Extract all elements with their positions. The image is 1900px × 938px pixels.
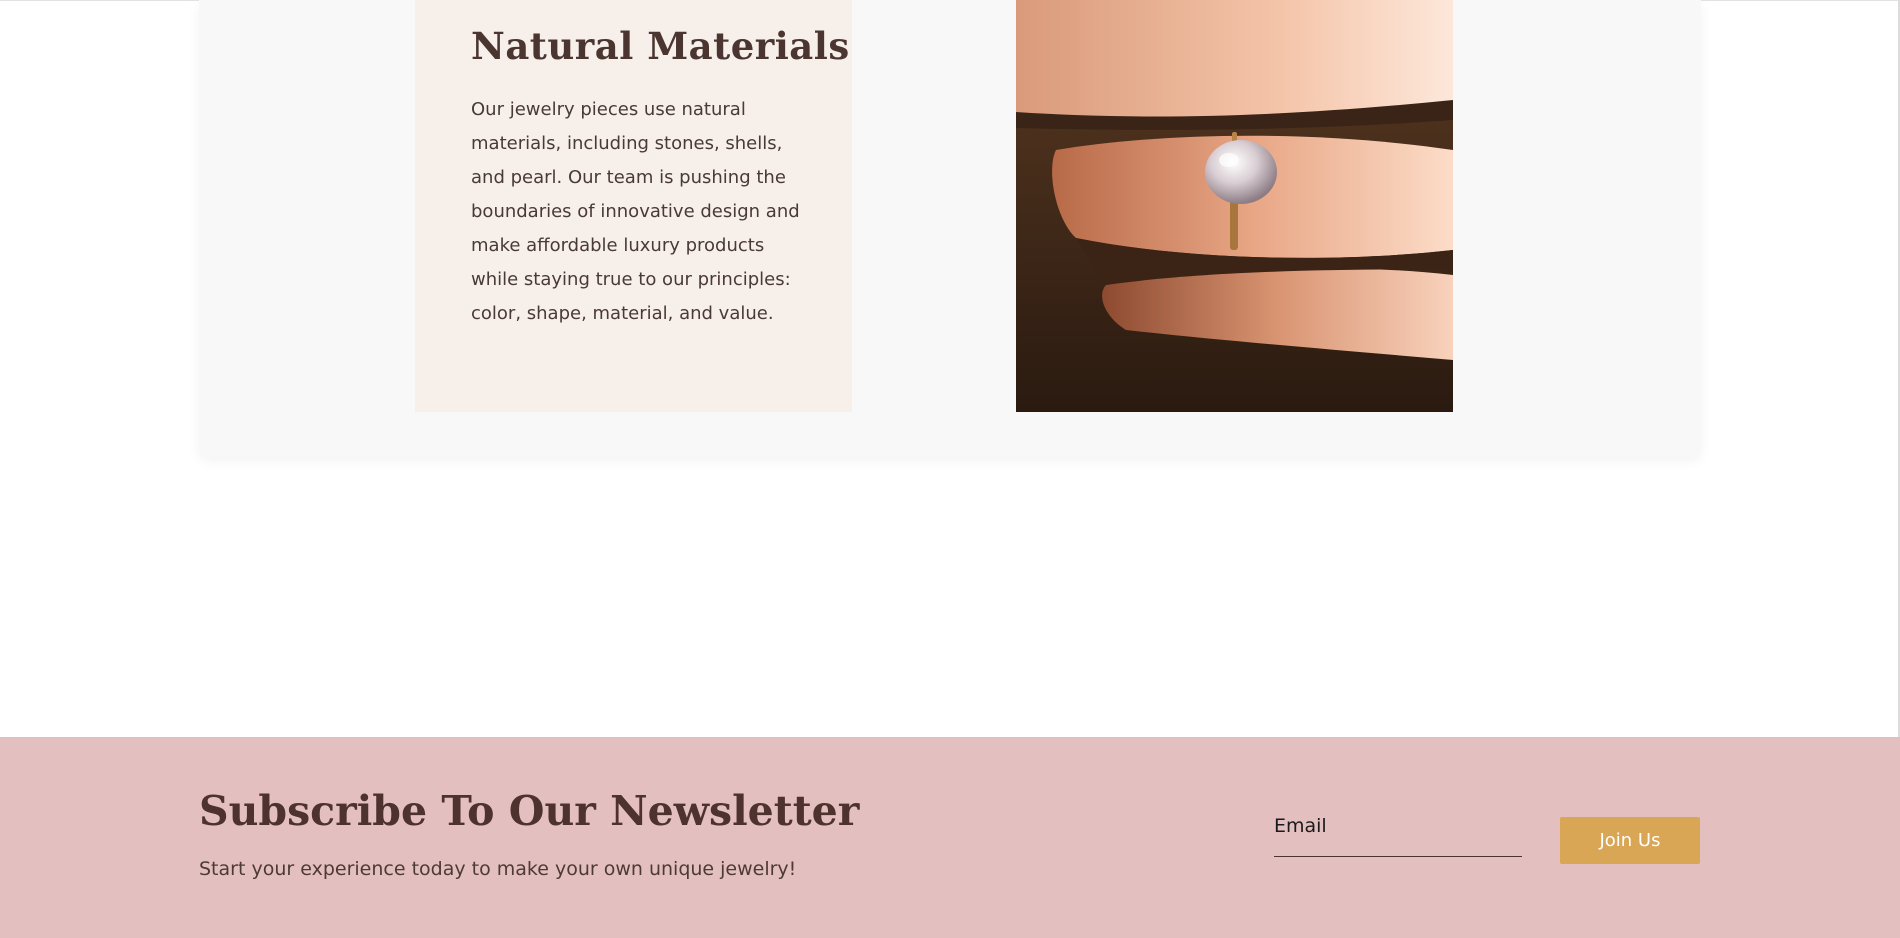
feature-title: Natural Materials xyxy=(471,24,850,68)
feature-card: Natural Materials Our jewelry pieces use… xyxy=(199,0,1701,457)
feature-description: Our jewelry pieces use natural materials… xyxy=(471,99,800,324)
newsletter-section: Subscribe To Our Newsletter Start your e… xyxy=(0,737,1900,938)
newsletter-title: Subscribe To Our Newsletter xyxy=(199,787,860,835)
join-us-button[interactable]: Join Us xyxy=(1560,817,1700,864)
feature-text-panel: Natural Materials Our jewelry pieces use… xyxy=(415,0,852,412)
pearl-ring-photo xyxy=(1016,0,1453,412)
newsletter-subtitle: Start your experience today to make your… xyxy=(199,858,797,880)
pearl-ring-image xyxy=(1016,0,1453,412)
email-input[interactable] xyxy=(1274,806,1522,846)
email-field xyxy=(1274,806,1522,857)
